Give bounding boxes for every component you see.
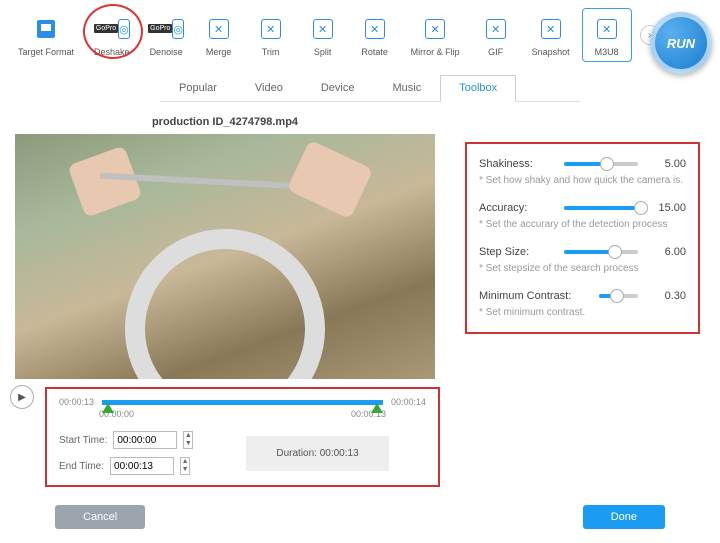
trim-button[interactable]: ✕ Trim	[247, 9, 295, 61]
shakiness-label: Shakiness:	[479, 158, 554, 170]
accuracy-slider[interactable]	[564, 206, 638, 210]
m3u8-button[interactable]: ✕ M3U8	[582, 8, 632, 62]
split-label: Split	[314, 47, 332, 57]
range-end-handle[interactable]	[371, 403, 383, 413]
gif-icon: ✕	[480, 13, 512, 45]
rotate-label: Rotate	[361, 47, 388, 57]
preview-art-wheel	[125, 229, 325, 379]
timeline-panel: 00:00:13 00:00:14 00:00:00 00:00:13 Star…	[45, 387, 440, 487]
m3u8-label: M3U8	[595, 47, 619, 57]
snapshot-icon: ✕	[535, 13, 567, 45]
target-format-button[interactable]: Target Format	[10, 9, 82, 61]
tab-toolbox[interactable]: Toolbox	[440, 75, 516, 102]
contrast-slider[interactable]	[599, 294, 638, 298]
shakiness-slider[interactable]	[564, 162, 638, 166]
done-button[interactable]: Done	[583, 505, 665, 529]
target-format-icon	[30, 13, 62, 45]
preview-art	[100, 173, 340, 192]
duration-display: Duration: 00:00:13	[246, 436, 388, 471]
deshake-icon: GoPro◎	[96, 13, 128, 45]
cancel-button[interactable]: Cancel	[55, 505, 145, 529]
gif-button[interactable]: ✕ GIF	[472, 9, 520, 61]
target-format-label: Target Format	[18, 47, 74, 57]
right-panel: Shakiness: 5.00 * Set how shaky and how …	[440, 112, 710, 487]
denoise-icon: GoPro◎	[150, 13, 182, 45]
stepsize-slider[interactable]	[564, 250, 638, 254]
end-time-label: End Time:	[59, 461, 104, 472]
end-time-input[interactable]	[110, 457, 174, 475]
denoise-button[interactable]: GoPro◎ Denoise	[142, 9, 191, 61]
video-preview[interactable]	[15, 134, 435, 379]
tab-video[interactable]: Video	[236, 75, 302, 101]
split-button[interactable]: ✕ Split	[299, 9, 347, 61]
contrast-value: 0.30	[648, 290, 686, 302]
file-name: production ID_4274798.mp4	[10, 116, 440, 128]
main-content: production ID_4274798.mp4 ▶ 00:00:13 00:…	[0, 102, 720, 487]
range-start-handle[interactable]	[102, 403, 114, 413]
denoise-label: Denoise	[150, 47, 183, 57]
play-button[interactable]: ▶	[10, 385, 34, 409]
snapshot-button[interactable]: ✕ Snapshot	[524, 9, 578, 61]
stepsize-desc: * Set stepsize of the search process	[479, 263, 686, 274]
run-button[interactable]: RUN	[650, 12, 712, 74]
bottom-actions: Cancel Done	[0, 505, 720, 529]
top-toolbar: Target Format GoPro◎ Deshake GoPro◎ Deno…	[0, 0, 720, 70]
m3u8-icon: ✕	[591, 13, 623, 45]
deshake-label: Deshake	[94, 47, 130, 57]
contrast-label: Minimum Contrast:	[479, 290, 589, 302]
merge-label: Merge	[206, 47, 232, 57]
tab-device[interactable]: Device	[302, 75, 374, 101]
contrast-desc: * Set minimum contrast.	[479, 307, 686, 318]
end-time-stepper[interactable]: ▲▼	[180, 457, 190, 475]
start-time-input[interactable]	[113, 431, 177, 449]
timeline-slider[interactable]	[102, 400, 383, 405]
trim-label: Trim	[262, 47, 280, 57]
accuracy-desc: * Set the accurary of the detection proc…	[479, 219, 686, 230]
merge-button[interactable]: ✕ Merge	[195, 9, 243, 61]
shakiness-desc: * Set how shaky and how quick the camera…	[479, 175, 686, 186]
deshake-button[interactable]: GoPro◎ Deshake	[86, 9, 138, 61]
tab-music[interactable]: Music	[373, 75, 440, 101]
mirror-flip-button[interactable]: ✕ Mirror & Flip	[403, 9, 468, 61]
mirror-flip-icon: ✕	[419, 13, 451, 45]
accuracy-label: Accuracy:	[479, 202, 554, 214]
rotate-button[interactable]: ✕ Rotate	[351, 9, 399, 61]
parameters-panel: Shakiness: 5.00 * Set how shaky and how …	[465, 142, 700, 334]
snapshot-label: Snapshot	[532, 47, 570, 57]
accuracy-value: 15.00	[648, 202, 686, 214]
category-tabs: Popular Video Device Music Toolbox	[160, 75, 580, 102]
left-panel: production ID_4274798.mp4 ▶ 00:00:13 00:…	[10, 112, 440, 487]
start-time-label: Start Time:	[59, 435, 107, 446]
rotate-icon: ✕	[359, 13, 391, 45]
tick-end: 00:00:14	[391, 397, 426, 407]
merge-icon: ✕	[203, 13, 235, 45]
shakiness-value: 5.00	[648, 158, 686, 170]
gif-label: GIF	[488, 47, 503, 57]
stepsize-value: 6.00	[648, 246, 686, 258]
tick-start: 00:00:13	[59, 397, 94, 407]
tab-popular[interactable]: Popular	[160, 75, 236, 101]
mirror-flip-label: Mirror & Flip	[411, 47, 460, 57]
trim-icon: ✕	[255, 13, 287, 45]
split-icon: ✕	[307, 13, 339, 45]
stepsize-label: Step Size:	[479, 246, 554, 258]
start-time-stepper[interactable]: ▲▼	[183, 431, 193, 449]
